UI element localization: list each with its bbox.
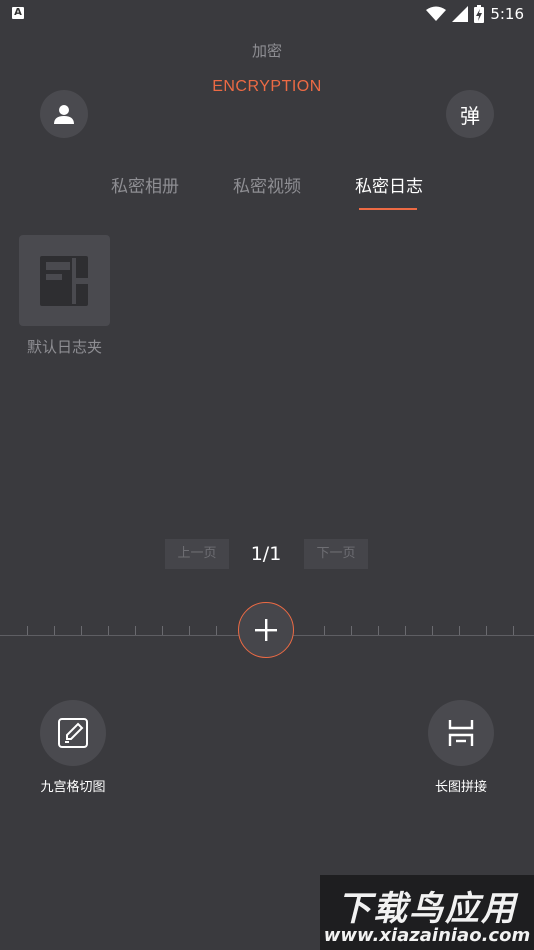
tab-private-album[interactable]: 私密相册 [85, 172, 205, 197]
notebook-icon [39, 255, 88, 306]
tab-private-video[interactable]: 私密视频 [207, 172, 327, 197]
wifi-icon [426, 6, 447, 21]
ruler-tick [459, 626, 460, 635]
ruler-tick [135, 626, 136, 635]
tab-bar: 私密相册 私密视频 私密日志 [0, 172, 534, 212]
ruler-tick [27, 626, 28, 635]
status-bar: A 5:16 [0, 0, 534, 28]
tab-private-diary[interactable]: 私密日志 [329, 172, 449, 197]
ruler-tick [81, 626, 82, 635]
profile-button[interactable] [40, 90, 88, 138]
plus-icon [255, 619, 277, 641]
next-page-button[interactable]: 下一页 [304, 539, 368, 569]
long-image-tool[interactable]: 长图拼接 [406, 700, 516, 795]
add-button[interactable] [238, 602, 294, 658]
status-time: 5:16 [490, 5, 524, 23]
folder-item[interactable]: 默认日志夹 [19, 235, 111, 357]
ruler-tick [378, 626, 379, 635]
watermark-url: www.xiazainiao.com [323, 925, 531, 946]
long-image-label: 长图拼接 [434, 780, 487, 795]
battery-charging-icon [474, 5, 485, 23]
page-title: 加密 [251, 42, 282, 60]
ruler-tick [189, 626, 190, 635]
prev-page-button[interactable]: 上一页 [165, 539, 229, 569]
long-image-button[interactable] [428, 700, 494, 766]
status-icons: 5:16 [426, 4, 524, 24]
edit-pen-icon [58, 718, 88, 748]
folder-label: 默认日志夹 [26, 338, 102, 356]
ruler-tick [486, 626, 487, 635]
ruler-tick [405, 626, 406, 635]
signal-icon [452, 6, 469, 22]
grid-cut-label: 九宫格切图 [40, 780, 106, 795]
ruler-tick [351, 626, 352, 635]
ruler-tick [513, 626, 514, 635]
danmu-button[interactable]: 弹 [446, 90, 494, 138]
watermark: 下载鸟应用 www.xiazainiao.com [320, 875, 534, 950]
folder-thumbnail [19, 235, 110, 326]
ruler-tick [324, 626, 325, 635]
page-subtitle: ENCRYPTION [212, 78, 322, 95]
ruler-tick [432, 626, 433, 635]
long-image-stitch-icon [448, 720, 474, 746]
ruler-tick [54, 626, 55, 635]
ruler-tick [108, 626, 109, 635]
ruler-tick [216, 626, 217, 635]
active-tab-indicator [359, 208, 417, 210]
notification-app-icon: A [12, 7, 24, 19]
page-indicator: 1/1 [250, 543, 282, 565]
user-icon [54, 105, 74, 124]
grid-cut-button[interactable] [40, 700, 106, 766]
grid-cut-tool[interactable]: 九宫格切图 [18, 700, 128, 795]
ruler-tick [162, 626, 163, 635]
watermark-title: 下载鸟应用 [337, 889, 517, 929]
pager: 上一页 1/1 下一页 [0, 539, 534, 569]
